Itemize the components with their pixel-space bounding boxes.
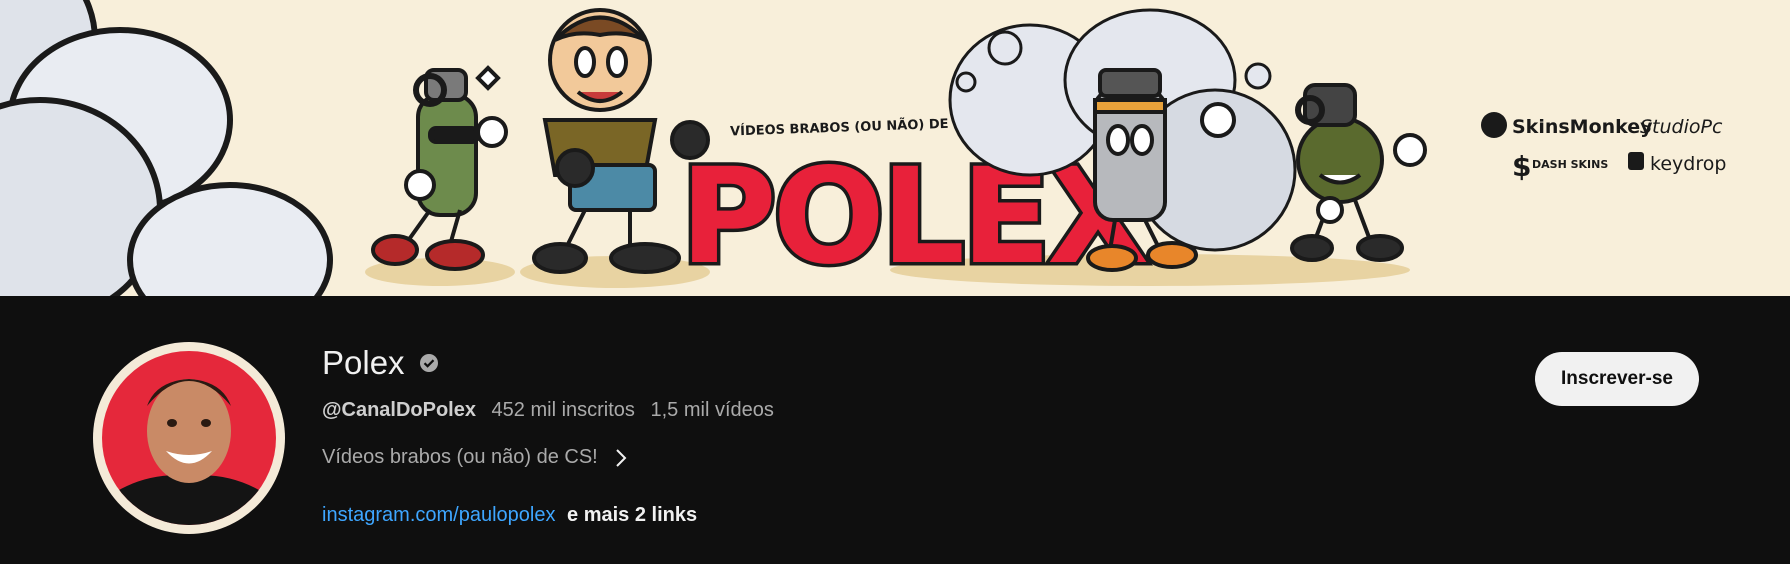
instagram-link[interactable]: instagram.com/paulopolex [322,504,555,526]
subscribe-button[interactable]: Inscrever-se [1535,352,1699,406]
channel-avatar[interactable] [93,342,285,534]
subscriber-count: 452 mil inscritos [491,399,635,421]
description-text: Vídeos brabos (ou não) de CS! [322,446,598,468]
sponsor-dashskins: DASH SKINS [1532,158,1608,171]
sponsor-skinsmonkey: SkinsMonkey [1512,116,1653,138]
banner-logo-text: POLEX [680,140,1147,294]
sponsor-studiopc: StudioPc [1640,116,1723,138]
channel-banner: VÍDEOS BRABOS (OU NÃO) DE CS! POLEX Skin… [0,0,1790,296]
verified-check-icon [419,354,438,372]
channel-name: Polex [322,344,405,381]
channel-description[interactable]: Vídeos brabos (ou não) de CS! [322,446,628,469]
grenade-mascot-dark [1290,83,1427,262]
sponsor-keydrop: keydrop [1650,153,1726,175]
sponsor-logos: SkinsMonkey StudioPc $ DASH SKINS keydro… [1481,112,1726,183]
more-links-button[interactable]: e mais 2 links [567,504,697,526]
sponsor-dashskins-mark: $ [1512,150,1531,183]
banner-tagline: VÍDEOS BRABOS (OU NÃO) DE CS! [730,115,979,140]
grenade-mascot-green [371,65,508,271]
video-count: 1,5 mil vídeos [650,399,774,421]
channel-handle: @CanalDoPolex [322,399,476,421]
channel-links: instagram.com/paulopolex e mais 2 links [322,504,697,527]
chevron-right-icon [616,448,627,467]
cloud-decoration-left [0,0,333,296]
channel-header: Polex @CanalDoPolex 452 mil inscritos 1,… [0,296,1790,564]
channel-meta: @CanalDoPolex 452 mil inscritos 1,5 mil … [322,399,784,422]
